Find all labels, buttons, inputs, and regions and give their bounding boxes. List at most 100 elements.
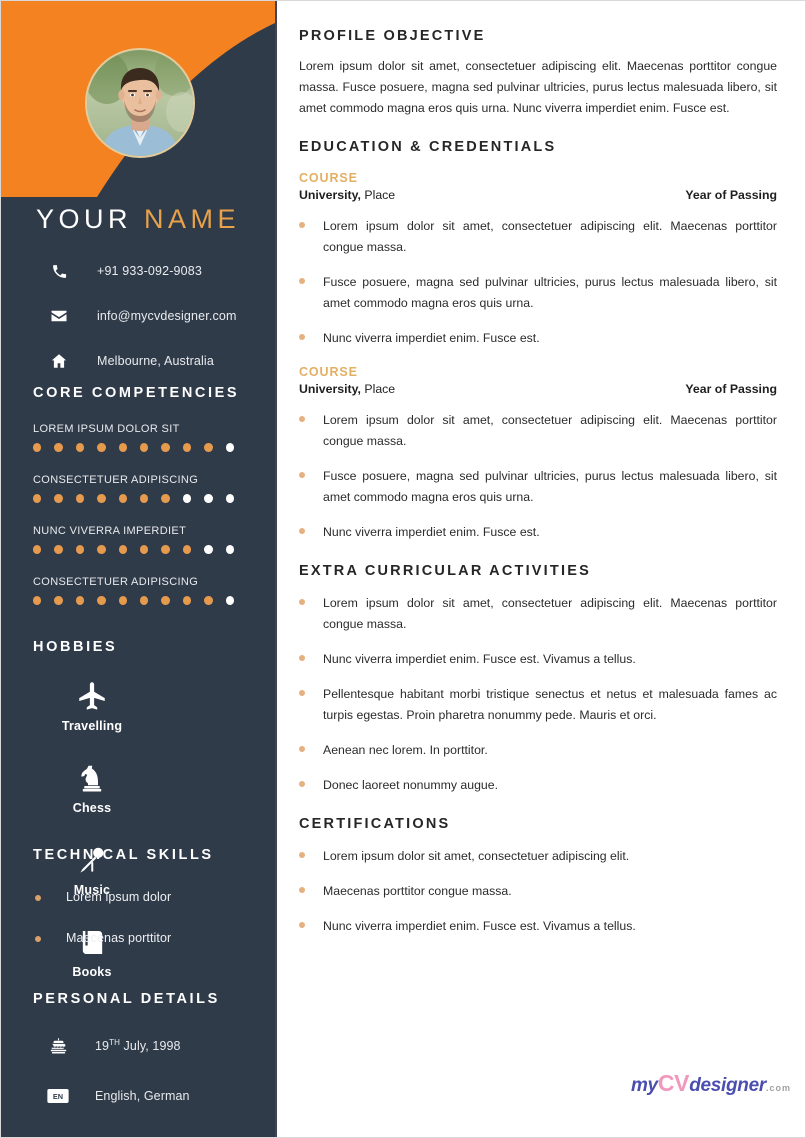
technical-skill-text: Maecenas porttitor [66,931,172,945]
competency-label: CONSECTETUER ADIPISCING [33,474,199,486]
education-entry: COURSE University, Place Year of Passing… [299,365,777,543]
birthdate-value: 19TH July, 1998 [95,1038,181,1053]
list-item: Lorem ipsum dolor sit amet, consectetuer… [299,593,777,635]
rating-dot-filled [97,443,106,452]
rating-dot-filled [54,443,63,452]
bullet-dot-icon [299,528,305,534]
bullet-text: Fusce posuere, magna sed pulvinar ultric… [323,275,777,310]
university-place: University, Place [299,382,395,396]
rating-dot-filled [140,596,149,605]
bullet-text: Fusce posuere, magna sed pulvinar ultric… [323,469,777,504]
contact-email[interactable]: info@mycvdesigner.com [1,301,275,331]
bullet-dot-icon [299,222,305,228]
languages-value: English, German [95,1089,190,1103]
contact-location[interactable]: Melbourne, Australia [1,346,275,376]
extra-curricular-bullets: Lorem ipsum dolor sit amet, consectetuer… [299,593,777,796]
envelope-icon [46,305,72,327]
university-place: University, Place [299,188,395,202]
rating-dot-empty [225,494,235,503]
rating-dot-filled [97,596,106,605]
bullet-text: Nunc viverra imperdiet enim. Fusce est. [323,331,540,345]
rating-dot-filled [161,545,170,554]
competency-item: NUNC VIVERRA IMPERDIET [1,525,275,554]
rating-dot-filled [182,443,192,452]
competency-label: NUNC VIVERRA IMPERDIET [33,525,187,537]
birthdate-rest: July, 1998 [119,1039,181,1054]
education-bullets: Lorem ipsum dolor sit amet, consectetuer… [299,216,777,349]
rating-dot-filled [140,443,149,452]
rating-dot-filled [33,545,42,554]
rating-dot-filled [204,596,213,605]
rating-dot-filled [97,545,106,554]
list-item: Fusce posuere, magna sed pulvinar ultric… [299,272,777,314]
bullet-dot-icon [299,746,305,752]
rating-dot-empty [204,545,213,554]
rating-dot-filled [182,596,192,605]
rating-dot-filled [161,443,170,452]
list-item: Lorem ipsum dolor [1,890,275,904]
bullet-dot-icon [299,655,305,661]
competency-rating [33,545,247,554]
competency-rating [33,596,247,605]
rating-dot-filled [118,494,128,503]
bullet-dot-icon [299,887,305,893]
phone-value: +91 933-092-9083 [97,264,202,278]
phone-icon [46,260,72,282]
bullet-dot-icon [299,278,305,284]
hobby-label: Books [72,965,112,979]
course-tag: COURSE [299,171,358,185]
home-icon [46,350,72,372]
hobbies-section: HOBBIES Travelling Chess Music Books [1,639,275,1001]
technical-skills-heading: TECHNICAL SKILLS [33,847,214,863]
svg-text:EN: EN [53,1092,63,1101]
rating-dot-filled [118,443,128,452]
watermark-com: .com [765,1083,791,1093]
list-item: Pellentesque habitant morbi tristique se… [299,684,777,726]
birthdate-ordinal: TH [109,1038,120,1048]
list-item: Lorem ipsum dolor sit amet, consectetuer… [299,410,777,452]
personal-detail-languages: EN English, German [1,1085,275,1107]
list-item: Aenean nec lorem. In porttitor. [299,740,777,761]
hobby-label: Chess [72,801,112,815]
location-value: Melbourne, Australia [97,354,214,368]
rating-dot-filled [140,545,149,554]
competency-item: LOREM IPSUM DOLOR SIT [1,423,275,452]
competency-rating [33,443,247,452]
year-of-passing: Year of Passing [685,382,777,396]
hobby-travelling: Travelling [31,673,153,755]
personal-details-section: PERSONAL DETAILS 19TH July, 1998 EN Engl… [1,991,275,1107]
rating-dot-empty [225,596,235,605]
rating-dot-filled [161,494,170,503]
bullet-text: Lorem ipsum dolor sit amet, consectetuer… [323,413,777,448]
university-name: University, [299,382,361,396]
profile-photo [87,50,193,156]
list-item: Nunc viverra imperdiet enim. Fusce est. … [299,916,777,937]
competency-rating [33,494,247,503]
bullet-dot-icon [35,895,41,901]
watermark-logo: myCVdesigner.com [631,1070,791,1097]
bullet-text: Donec laoreet nonummy augue. [323,778,498,792]
bullet-text: Maecenas porttitor congue massa. [323,884,512,898]
extra-curricular-heading: EXTRA CURRICULAR ACTIVITIES [299,563,591,579]
watermark-my: my [630,1075,658,1096]
certifications-bullets: Lorem ipsum dolor sit amet, consectetuer… [299,846,777,937]
rating-dot-filled [204,443,213,452]
list-item: Nunc viverra imperdiet enim. Fusce est. [299,328,777,349]
rating-dot-filled [54,494,63,503]
rating-dot-empty [182,494,192,503]
list-item: Nunc viverra imperdiet enim. Fusce est. [299,522,777,543]
contact-phone[interactable]: +91 933-092-9083 [1,256,275,286]
rating-dot-filled [75,494,85,503]
avatar [85,48,195,158]
bullet-dot-icon [299,334,305,340]
profile-objective-text: Lorem ipsum dolor sit amet, consectetuer… [299,59,777,115]
competency-label: CONSECTETUER ADIPISCING [33,576,199,588]
hobbies-heading: HOBBIES [33,639,118,655]
profile-objective-heading: PROFILE OBJECTIVE [299,28,486,44]
resume-page: YOUR NAME +91 933-092-9083 info@mycvdesi… [0,0,806,1138]
birthdate-day: 19 [95,1039,110,1054]
rating-dot-empty [225,443,235,452]
rating-dot-empty [204,494,213,503]
rating-dot-filled [118,545,128,554]
page-title: YOUR NAME [1,204,275,235]
